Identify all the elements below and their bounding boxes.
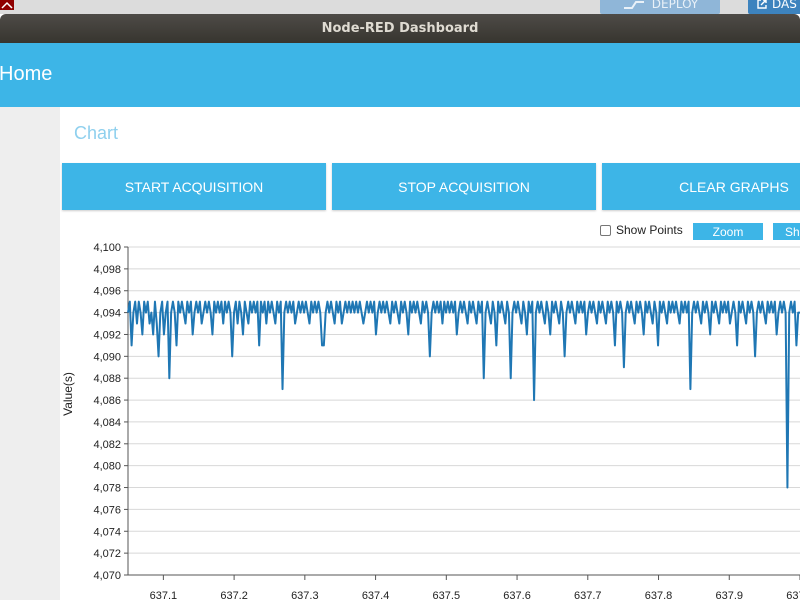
x-tick-label: 637.4 [362, 590, 390, 600]
y-tick-label: 4,076 [93, 504, 121, 516]
x-axis-ticks: 637.1 637.2 637.3 637.4 637.5 637.6 637.7 637.8… [150, 575, 800, 600]
y-axis-ticks: 4,070 4,072 4,074 4,076 4,078 4,080 4,082 4,084… [93, 242, 128, 582]
x-tick-label: 637.7 [574, 590, 602, 600]
y-tick-label: 4,098 [93, 264, 121, 276]
series-line [127, 300, 800, 489]
x-tick-label: 637.8 [645, 590, 673, 600]
y-axis-label: Value(s) [61, 372, 75, 416]
y-tick-label: 4,078 [93, 483, 121, 495]
y-tick-label: 4,074 [93, 526, 121, 538]
y-tick-label: 4,080 [93, 461, 121, 473]
x-tick-label: 637.6 [503, 590, 531, 600]
chart-grid [128, 246, 800, 576]
y-tick-label: 4,082 [93, 439, 121, 451]
x-tick-label: 637.1 [150, 590, 178, 600]
y-tick-label: 4,096 [93, 286, 121, 298]
x-tick-label: 637.5 [433, 590, 461, 600]
x-tick-label: 637.9 [786, 590, 800, 600]
y-tick-label: 4,094 [93, 308, 121, 320]
y-tick-label: 4,088 [93, 373, 121, 385]
series-group [127, 300, 800, 489]
screen: DEPLOY DAS Node-RED Dashboard Home Chart… [0, 0, 800, 600]
x-tick-label: 637.9 [715, 590, 743, 600]
y-tick-label: 4,070 [93, 570, 121, 582]
y-tick-label: 4,086 [93, 395, 121, 407]
y-tick-label: 4,092 [93, 329, 121, 341]
y-tick-label: 4,100 [93, 242, 121, 254]
x-tick-label: 637.3 [291, 590, 319, 600]
value-line-chart: 4,070 4,072 4,074 4,076 4,078 4,080 4,082 4,084… [61, 242, 800, 600]
y-tick-label: 4,084 [93, 417, 121, 429]
y-tick-label: 4,090 [93, 351, 121, 363]
x-tick-label: 637.2 [220, 590, 248, 600]
y-tick-label: 4,072 [93, 548, 121, 560]
